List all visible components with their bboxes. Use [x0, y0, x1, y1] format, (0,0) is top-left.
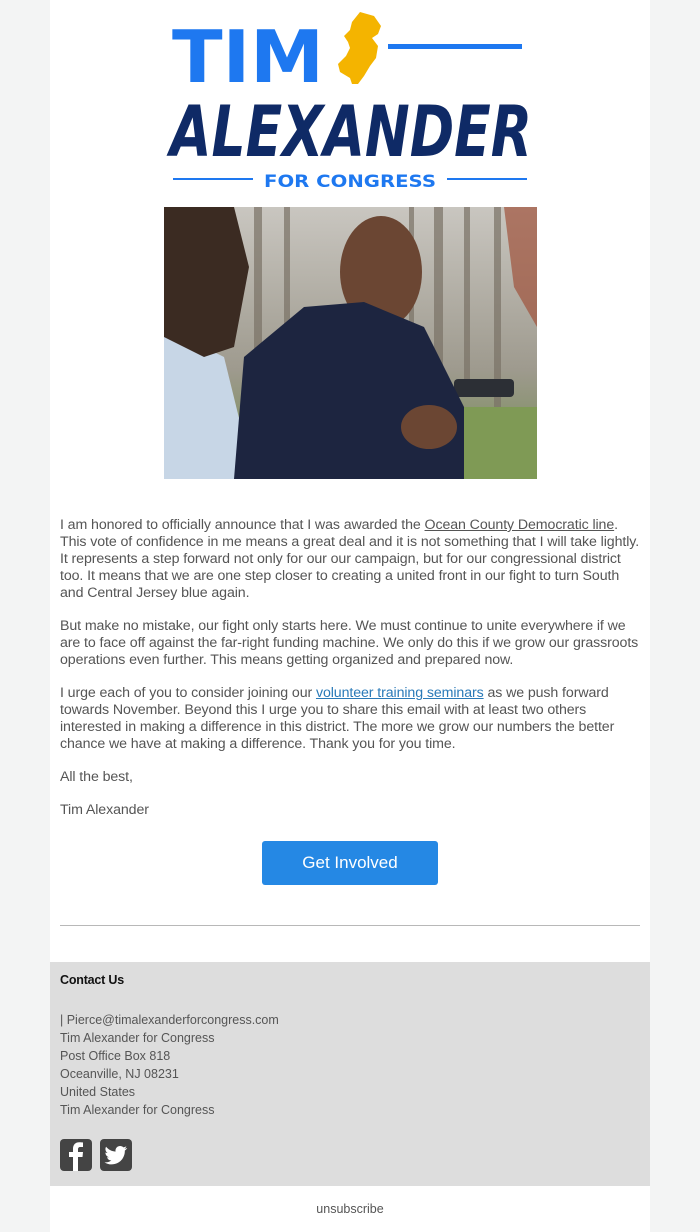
contact-title: Contact Us	[60, 973, 124, 987]
get-involved-button[interactable]: Get Involved	[262, 841, 438, 885]
signature: Tim Alexander	[60, 802, 149, 818]
unsubscribe-bar: unsubscribe	[50, 1186, 650, 1232]
logo-tagline: FOR CONGRESS	[264, 172, 436, 192]
new-jersey-state-icon	[338, 12, 381, 84]
contact-email[interactable]: | Pierce@timalexanderforcongress.com	[60, 1011, 279, 1029]
social-links	[60, 1139, 132, 1171]
paragraph-announcement: I am honored to officially announce that…	[60, 517, 640, 601]
contact-line: Tim Alexander for Congress	[60, 1103, 215, 1117]
candidate-photo	[164, 207, 537, 479]
divider	[60, 925, 640, 926]
contact-line: United States	[60, 1085, 136, 1099]
contact-line: Oceanville, NJ 08231	[60, 1067, 179, 1081]
facebook-icon	[69, 1142, 83, 1171]
contact-line: Tim Alexander for Congress	[60, 1031, 215, 1045]
contact-address: | Pierce@timalexanderforcongress.com Tim…	[60, 1011, 279, 1119]
logo-last-name: ALEXANDER	[166, 91, 532, 173]
closing: All the best,	[60, 769, 133, 785]
paragraph-fight: But make no mistake, our fight only star…	[60, 618, 639, 668]
contact-line: Post Office Box 818	[60, 1049, 171, 1063]
logo-rule-right	[447, 178, 527, 180]
logo-rule-top	[388, 44, 522, 49]
unsubscribe-link[interactable]: unsubscribe	[316, 1202, 383, 1216]
email-container: TIM ALEXANDER FOR CONGRESS I am honored …	[50, 0, 650, 1232]
contact-footer: Contact Us | Pierce@timalexanderforcongr…	[50, 962, 650, 1186]
ocean-county-line-link[interactable]: Ocean County Democratic line	[425, 517, 615, 533]
logo-first-name: TIM	[172, 15, 324, 99]
twitter-link[interactable]	[100, 1139, 132, 1171]
paragraph-volunteer: I urge each of you to consider joining o…	[60, 685, 615, 752]
facebook-link[interactable]	[60, 1139, 92, 1171]
campaign-logo: TIM ALEXANDER FOR CONGRESS	[166, 12, 532, 192]
twitter-icon	[104, 1145, 128, 1165]
email-body: I am honored to officially announce that…	[60, 517, 642, 835]
logo-rule-left	[173, 178, 253, 180]
volunteer-seminars-link[interactable]: volunteer training seminars	[316, 685, 484, 701]
